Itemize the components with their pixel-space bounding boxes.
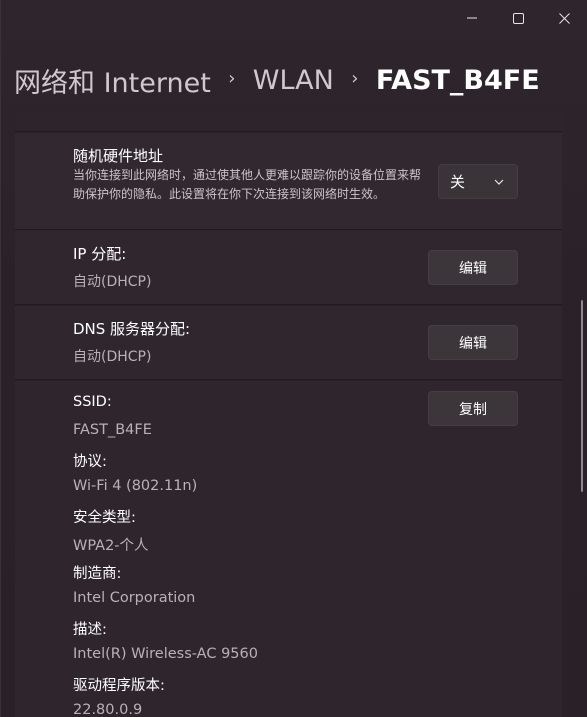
ip-assignment-value: 自动(DHCP) bbox=[73, 274, 152, 290]
maximize-icon bbox=[512, 12, 524, 24]
close-button[interactable] bbox=[541, 0, 587, 36]
property-value-driver-version: 22.80.0.9 bbox=[73, 702, 143, 717]
property-value-description: Intel(R) Wireless-AC 9560 bbox=[73, 646, 258, 662]
copy-properties-button[interactable]: 复制 bbox=[428, 391, 518, 426]
property-label-security-type: 安全类型: bbox=[73, 510, 136, 526]
dns-assignment-title: DNS 服务器分配: bbox=[73, 320, 191, 338]
random-hardware-address-title: 随机硬件地址 bbox=[73, 147, 164, 165]
property-label-manufacturer: 制造商: bbox=[73, 566, 122, 582]
property-label-ssid: SSID: bbox=[73, 394, 112, 410]
network-properties-card: 复制 SSID: FAST_B4FE 协议: Wi-Fi 4 (802.11n)… bbox=[15, 381, 562, 717]
property-value-protocol: Wi-Fi 4 (802.11n) bbox=[73, 478, 198, 494]
property-label-protocol: 协议: bbox=[73, 454, 107, 470]
vertical-scrollbar[interactable] bbox=[581, 300, 583, 492]
property-label-description: 描述: bbox=[73, 622, 107, 638]
random-hardware-address-card: 随机硬件地址 当你连接到此网络时，通过使其他人更难以跟踪你的设备位置来帮助保护你… bbox=[15, 133, 562, 230]
ip-assignment-card: IP 分配: 自动(DHCP) 编辑 bbox=[15, 231, 562, 305]
previous-setting-card-edge bbox=[15, 113, 562, 132]
minimize-icon bbox=[467, 17, 477, 19]
property-label-driver-version: 驱动程序版本: bbox=[73, 678, 165, 694]
dns-assignment-value: 自动(DHCP) bbox=[73, 349, 152, 365]
title-bar bbox=[449, 0, 587, 36]
close-icon bbox=[558, 12, 570, 24]
breadcrumb-wlan[interactable]: WLAN bbox=[253, 65, 334, 96]
random-hardware-address-value: 关 bbox=[450, 173, 466, 191]
random-hardware-address-description: 当你连接到此网络时，通过使其他人更难以跟踪你的设备位置来帮助保护你的隐私。此设置… bbox=[73, 168, 422, 201]
breadcrumb: 网络和 Internet › WLAN › FAST_B4FE bbox=[14, 58, 540, 102]
breadcrumb-separator-icon: › bbox=[228, 67, 236, 89]
breadcrumb-network-internet[interactable]: 网络和 Internet bbox=[14, 61, 211, 100]
page-title: FAST_B4FE bbox=[375, 64, 540, 96]
dns-assignment-edit-button[interactable]: 编辑 bbox=[428, 325, 518, 360]
random-hardware-address-select[interactable]: 关 bbox=[438, 164, 518, 199]
minimize-button[interactable] bbox=[449, 0, 495, 36]
ip-assignment-edit-button[interactable]: 编辑 bbox=[428, 250, 518, 285]
property-value-security-type: WPA2-个人 bbox=[73, 538, 149, 554]
settings-list[interactable]: 随机硬件地址 当你连接到此网络时，通过使其他人更难以跟踪你的设备位置来帮助保护你… bbox=[15, 113, 562, 717]
ip-assignment-title: IP 分配: bbox=[73, 245, 127, 263]
maximize-button[interactable] bbox=[495, 0, 541, 36]
property-value-manufacturer: Intel Corporation bbox=[73, 590, 196, 606]
property-value-ssid: FAST_B4FE bbox=[73, 422, 152, 438]
dns-assignment-card: DNS 服务器分配: 自动(DHCP) 编辑 bbox=[15, 306, 562, 380]
breadcrumb-separator-icon: › bbox=[351, 67, 359, 89]
chevron-down-icon bbox=[494, 179, 504, 185]
settings-window: 网络和 Internet › WLAN › FAST_B4FE 随机硬件地址 当… bbox=[0, 0, 587, 717]
